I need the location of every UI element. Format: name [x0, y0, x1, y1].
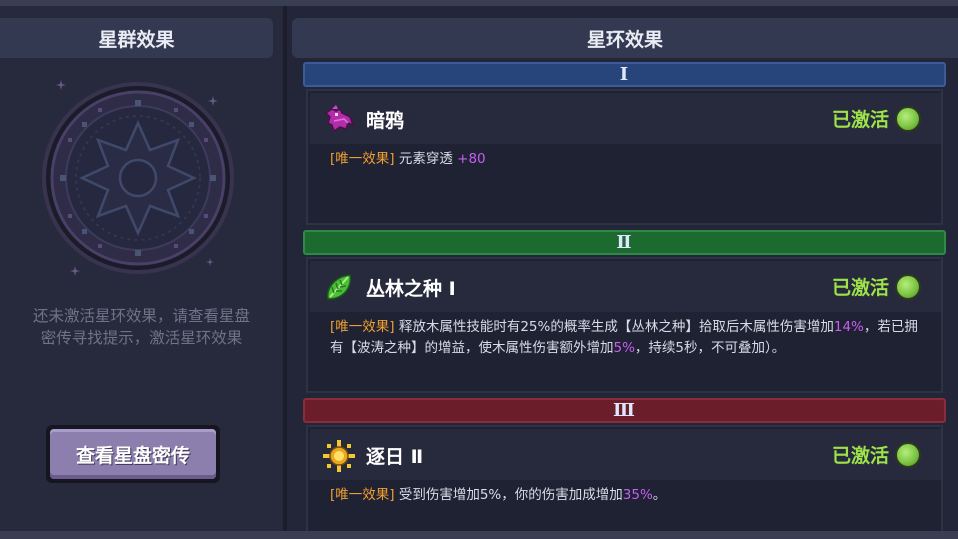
desc-text: 释放木属性技能时有25%的概率生成【丛林之种】拾取后木属性伤害增加	[398, 319, 834, 335]
star-disc-icon	[42, 82, 234, 274]
effect-description: [唯一效果] 释放木属性技能时有25%的概率生成【丛林之种】拾取后木属性伤害增加…	[330, 317, 930, 359]
hint-line-1: 还未激活星环效果，请查看星盘	[32, 307, 250, 325]
effect-title-row: 丛林之种 Ⅰ 已激活	[310, 261, 941, 312]
tier-2-numeral: Ⅱ	[616, 232, 633, 253]
tier-3-bar: Ⅲ	[303, 398, 946, 423]
bottom-border	[0, 531, 958, 539]
view-star-chart-button-label: 查看星盘密传	[75, 444, 190, 467]
effect-status: 已激活	[831, 445, 889, 467]
desc-highlight: 14%	[833, 319, 864, 335]
sun-icon	[323, 440, 355, 472]
effect-card-2[interactable]: 丛林之种 Ⅰ 已激活 [唯一效果] 释放木属性技能时有25%的概率生成【丛林之种…	[306, 257, 943, 393]
active-orb-icon	[895, 442, 921, 468]
desc-text: 元素穿透	[398, 151, 458, 167]
tier-1-numeral: Ⅰ	[619, 64, 630, 85]
active-orb-icon	[895, 274, 921, 300]
effect-tag: [唯一效果]	[330, 487, 395, 503]
sparkle-icon	[70, 266, 80, 276]
effect-card-1[interactable]: 暗鸦 已激活 [唯一效果] 元素穿透 +80	[306, 89, 943, 225]
constellation-effect-header: 星群效果	[0, 18, 273, 58]
effect-tag: [唯一效果]	[330, 319, 395, 335]
sparkle-icon	[208, 96, 218, 106]
effect-description: [唯一效果] 受到伤害增加5%，你的伤害加成增加35%。	[330, 485, 930, 506]
effect-name: 逐日 Ⅱ	[366, 446, 424, 468]
desc-text: 受到伤害增加5%，你的伤害加成增加	[398, 487, 623, 503]
effect-title-row: 逐日 Ⅱ 已激活	[310, 429, 941, 480]
effect-tag: [唯一效果]	[330, 151, 395, 167]
desc-highlight: 5%	[613, 340, 635, 356]
star-ring-effect-title: 星环效果	[586, 28, 663, 51]
tier-1-bar: Ⅰ	[303, 62, 946, 87]
tier-3-numeral: Ⅲ	[613, 400, 636, 421]
effect-status: 已激活	[831, 109, 889, 131]
desc-highlight: 35%	[622, 487, 653, 503]
active-orb-icon	[895, 106, 921, 132]
effect-card-3[interactable]: 逐日 Ⅱ 已激活 [唯一效果] 受到伤害增加5%，你的伤害加成增加35%。	[306, 425, 943, 531]
effect-name: 暗鸦	[366, 110, 405, 132]
desc-text: 。	[652, 487, 667, 503]
constellation-effect-title: 星群效果	[98, 28, 175, 51]
sparkle-icon	[56, 80, 66, 90]
crow-icon	[324, 105, 355, 133]
effect-title-row: 暗鸦 已激活	[310, 93, 941, 144]
desc-text: ，持续5秒，不可叠加）。	[634, 340, 786, 356]
effect-description: [唯一效果] 元素穿透 +80	[330, 149, 930, 170]
tier-2-bar: Ⅱ	[303, 230, 946, 255]
effect-status: 已激活	[831, 277, 889, 299]
desc-highlight: +80	[457, 151, 486, 167]
sparkle-icon	[206, 258, 214, 266]
effect-name: 丛林之种 Ⅰ	[366, 278, 456, 300]
star-ring-effect-header: 星环效果	[292, 18, 958, 58]
view-star-chart-button[interactable]: 查看星盘密传	[46, 425, 220, 483]
panel-divider	[283, 6, 287, 531]
view-star-chart-button-face[interactable]: 查看星盘密传	[50, 429, 216, 479]
activation-hint: 还未激活星环效果，请查看星盘 密传寻找提示，激活星环效果	[0, 305, 283, 349]
hint-line-2: 密传寻找提示，激活星环效果	[40, 329, 243, 347]
jungle-seed-icon	[326, 274, 352, 300]
